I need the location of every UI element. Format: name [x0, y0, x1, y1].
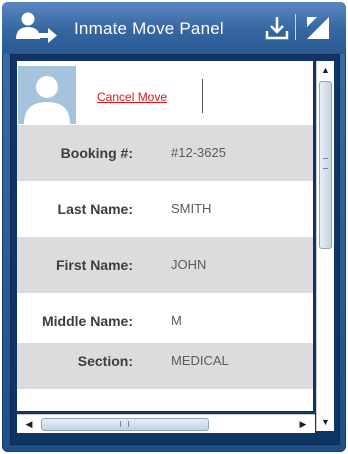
vertical-scroll-thumb[interactable] — [319, 81, 332, 249]
field-value: #12-3625 — [171, 145, 226, 160]
user-transfer-icon — [16, 12, 57, 43]
inmate-move-panel-window: Inmate Move Panel Cancel Move Booking #:… — [2, 2, 346, 452]
field-value: M — [171, 313, 182, 328]
grip-icon — [120, 421, 129, 427]
field-label: First Name: — [55, 257, 133, 273]
scroll-viewport: Cancel Move Booking #: #12-3625 Last Nam… — [17, 61, 313, 411]
resize-icon[interactable] — [305, 15, 331, 41]
scroll-up-arrow-icon[interactable]: ▲ — [317, 63, 334, 77]
titlebar-separator — [295, 14, 296, 40]
field-row-booking: Booking #: #12-3625 — [17, 125, 313, 181]
horizontal-scroll-thumb[interactable] — [41, 418, 209, 431]
field-row-section: Section: MEDICAL — [17, 343, 313, 389]
person-silhouette-icon — [18, 66, 76, 124]
field-row-last-name: Last Name: SMITH — [17, 181, 313, 237]
field-row-first-name: First Name: JOHN — [17, 237, 313, 293]
scroll-down-arrow-icon[interactable]: ▼ — [317, 415, 334, 429]
horizontal-scrollbar[interactable]: ◀ ▶ — [17, 414, 315, 433]
field-row-middle-name: Middle Name: M — [17, 293, 313, 349]
profile-header: Cancel Move — [17, 61, 313, 125]
window-title: Inmate Move Panel — [74, 19, 224, 38]
cancel-move-link[interactable]: Cancel Move — [97, 90, 167, 104]
vertical-scrollbar[interactable]: ▲ ▼ — [316, 61, 334, 431]
download-icon[interactable] — [264, 14, 290, 42]
grip-icon — [323, 158, 328, 169]
scroll-left-arrow-icon[interactable]: ◀ — [21, 415, 37, 433]
field-label: Section: — [77, 353, 133, 369]
scroll-right-arrow-icon[interactable]: ▶ — [295, 415, 311, 433]
panel-body: Cancel Move Booking #: #12-3625 Last Nam… — [10, 54, 340, 445]
field-label: Middle Name: — [41, 313, 133, 329]
field-label: Last Name: — [57, 201, 133, 217]
header-divider — [202, 79, 203, 113]
field-value: MEDICAL — [171, 353, 229, 368]
title-bar: Inmate Move Panel — [2, 2, 346, 54]
field-label: Booking #: — [60, 145, 133, 161]
field-value: SMITH — [171, 201, 212, 216]
field-value: JOHN — [171, 257, 207, 272]
